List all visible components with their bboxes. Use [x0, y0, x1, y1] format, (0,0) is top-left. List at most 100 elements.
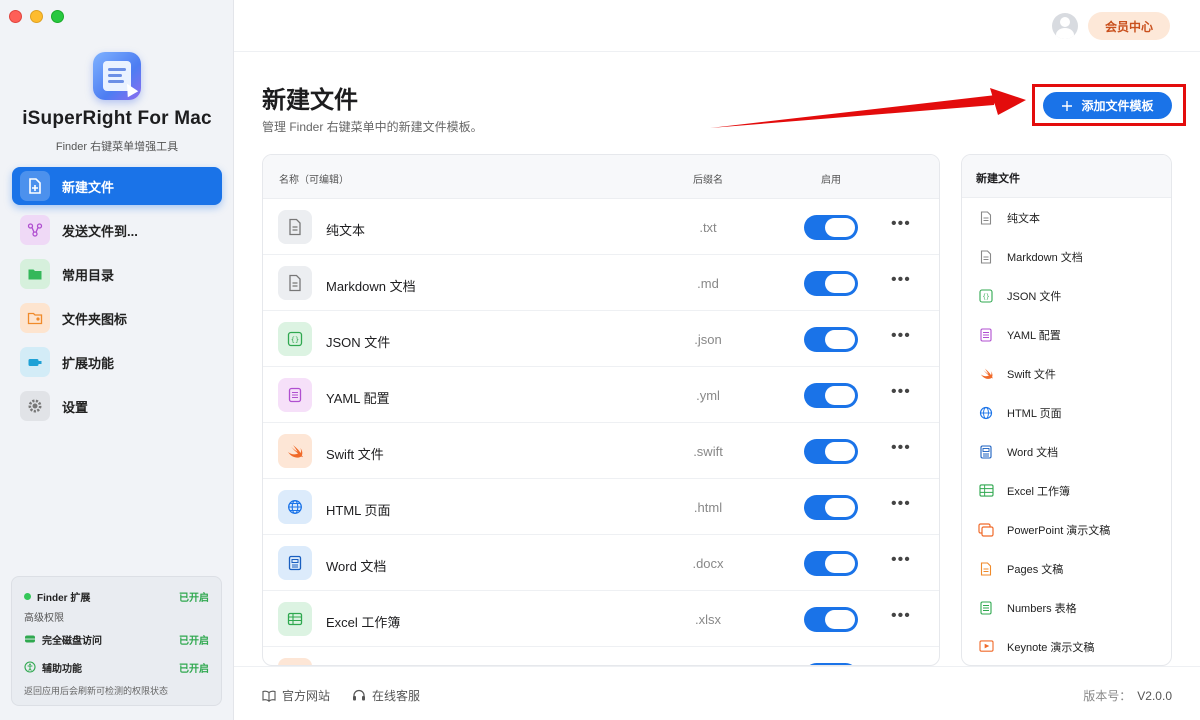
- preview-item: Keynote 演示文稿: [962, 627, 1171, 665]
- sidebar-item-extensions[interactable]: 扩展功能: [12, 343, 222, 381]
- enable-toggle[interactable]: [804, 551, 858, 576]
- globe-icon: [278, 490, 312, 524]
- table-header: 名称（可编辑） 后缀名 启用: [263, 155, 939, 199]
- status-badge: 已开启: [179, 635, 209, 647]
- zoom-window-button[interactable]: [51, 10, 64, 23]
- pages-file-icon: [978, 561, 994, 577]
- template-extension[interactable]: .json: [673, 332, 743, 347]
- swift-file-icon: [978, 366, 994, 382]
- sidebar-nav: 新建文件 发送文件到... 常用目录 文件夹图标 扩展功能 设置: [12, 167, 222, 431]
- word-file-icon: [278, 546, 312, 580]
- app-name: iSuperRight For Mac: [22, 108, 212, 129]
- template-table: 名称（可编辑） 后缀名 启用 纯文本 .txt ••• Markdown 文档 …: [262, 154, 940, 666]
- enable-toggle[interactable]: [804, 495, 858, 520]
- support-link[interactable]: 在线客服: [352, 687, 420, 704]
- enable-toggle[interactable]: [804, 271, 858, 296]
- column-header-ext: 后缀名: [693, 175, 723, 186]
- template-extension[interactable]: .txt: [673, 220, 743, 235]
- keynote-file-icon: [978, 639, 994, 655]
- more-options-icon[interactable]: •••: [891, 551, 911, 569]
- sidebar-item-label: 发送文件到...: [62, 223, 138, 239]
- page-description: 管理 Finder 右键菜单中的新建文件模板。: [262, 120, 483, 134]
- template-name[interactable]: Excel 工作簿: [326, 612, 400, 631]
- folder-icon: [20, 259, 50, 289]
- accessibility-status[interactable]: 辅助功能 已开启: [24, 658, 209, 676]
- powerpoint-file-icon: [978, 522, 994, 538]
- more-options-icon[interactable]: •••: [891, 439, 911, 457]
- book-icon: [262, 690, 276, 702]
- table-row: Excel 工作簿 .xlsx •••: [263, 591, 939, 647]
- json-file-icon: {}: [978, 288, 994, 304]
- permission-section-label: 高级权限: [24, 613, 64, 624]
- template-name[interactable]: HTML 页面: [326, 500, 391, 519]
- gear-icon: [20, 391, 50, 421]
- text-file-icon: [978, 210, 994, 226]
- sidebar-item-send-to[interactable]: 发送文件到...: [12, 211, 222, 249]
- template-extension[interactable]: .html: [673, 500, 743, 515]
- yaml-file-icon: [978, 327, 994, 343]
- more-options-icon[interactable]: •••: [891, 327, 911, 345]
- sidebar-item-label: 常用目录: [62, 267, 115, 283]
- window-controls: [9, 10, 64, 23]
- column-header-name: 名称（可编辑）: [279, 175, 349, 186]
- sidebar-item-favorites[interactable]: 常用目录: [12, 255, 222, 293]
- add-template-button[interactable]: 添加文件模板: [1043, 92, 1172, 119]
- table-row-partial: [263, 647, 939, 665]
- template-extension[interactable]: .yml: [673, 388, 743, 403]
- table-row: {} JSON 文件 .json •••: [263, 311, 939, 367]
- status-badge: 已开启: [179, 663, 209, 675]
- finder-extension-status: Finder 扩展 已开启: [24, 587, 209, 605]
- context-menu-preview: 新建文件 纯文本 Markdown 文档 {} JSON 文件 YAML 配置 …: [961, 154, 1172, 666]
- enable-toggle[interactable]: [804, 383, 858, 408]
- template-extension[interactable]: .docx: [673, 556, 743, 571]
- sidebar-item-folder-icons[interactable]: 文件夹图标: [12, 299, 222, 337]
- more-options-icon[interactable]: •••: [891, 383, 911, 401]
- send-icon: [20, 215, 50, 245]
- column-header-enabled: 启用: [821, 175, 841, 186]
- template-name[interactable]: Word 文档: [326, 556, 386, 575]
- more-options-icon[interactable]: •••: [891, 215, 911, 233]
- close-window-button[interactable]: [9, 10, 22, 23]
- template-name[interactable]: Markdown 文档: [326, 276, 416, 295]
- template-name[interactable]: JSON 文件: [326, 332, 390, 351]
- status-badge: 已开启: [179, 592, 209, 604]
- preview-title: 新建文件: [962, 155, 1171, 198]
- version-number: V2.0.0: [1137, 689, 1172, 703]
- swift-file-icon: [278, 434, 312, 468]
- template-extension[interactable]: .swift: [673, 444, 743, 459]
- template-name[interactable]: 纯文本: [326, 220, 365, 239]
- preview-item: YAML 配置: [962, 315, 1171, 354]
- table-row: HTML 页面 .html •••: [263, 479, 939, 535]
- sidebar-item-new-file[interactable]: 新建文件: [12, 167, 222, 205]
- status-dot-icon: [24, 592, 31, 600]
- svg-text:{}: {}: [291, 336, 299, 344]
- minimize-window-button[interactable]: [30, 10, 43, 23]
- disk-icon: [25, 635, 35, 643]
- new-file-icon: [20, 171, 50, 201]
- folder-image-icon: [20, 303, 50, 333]
- more-options-icon[interactable]: •••: [891, 495, 911, 513]
- member-center-button[interactable]: 会员中心: [1088, 12, 1170, 40]
- preview-item: HTML 页面: [962, 393, 1171, 432]
- avatar[interactable]: [1052, 13, 1078, 39]
- website-link[interactable]: 官方网站: [262, 687, 330, 704]
- template-extension[interactable]: .md: [673, 276, 743, 291]
- app-subtitle: Finder 右键菜单增强工具: [55, 141, 179, 153]
- sidebar-item-settings[interactable]: 设置: [12, 387, 222, 425]
- template-name[interactable]: Swift 文件: [326, 444, 384, 463]
- more-options-icon[interactable]: •••: [891, 607, 911, 625]
- enable-toggle[interactable]: [804, 215, 858, 240]
- enable-toggle[interactable]: [804, 439, 858, 464]
- preview-item: Markdown 文档: [962, 237, 1171, 276]
- sidebar-item-label: 设置: [62, 399, 89, 415]
- template-extension[interactable]: .xlsx: [673, 612, 743, 627]
- enable-toggle[interactable]: [804, 607, 858, 632]
- more-options-icon[interactable]: •••: [891, 271, 911, 289]
- preview-item: 纯文本: [962, 198, 1171, 237]
- table-row: YAML 配置 .yml •••: [263, 367, 939, 423]
- excel-file-icon: [278, 602, 312, 636]
- template-name[interactable]: YAML 配置: [326, 388, 390, 407]
- disk-access-status[interactable]: 完全磁盘访问 已开启: [24, 630, 209, 648]
- sidebar-item-label: 扩展功能: [62, 355, 115, 371]
- enable-toggle[interactable]: [804, 327, 858, 352]
